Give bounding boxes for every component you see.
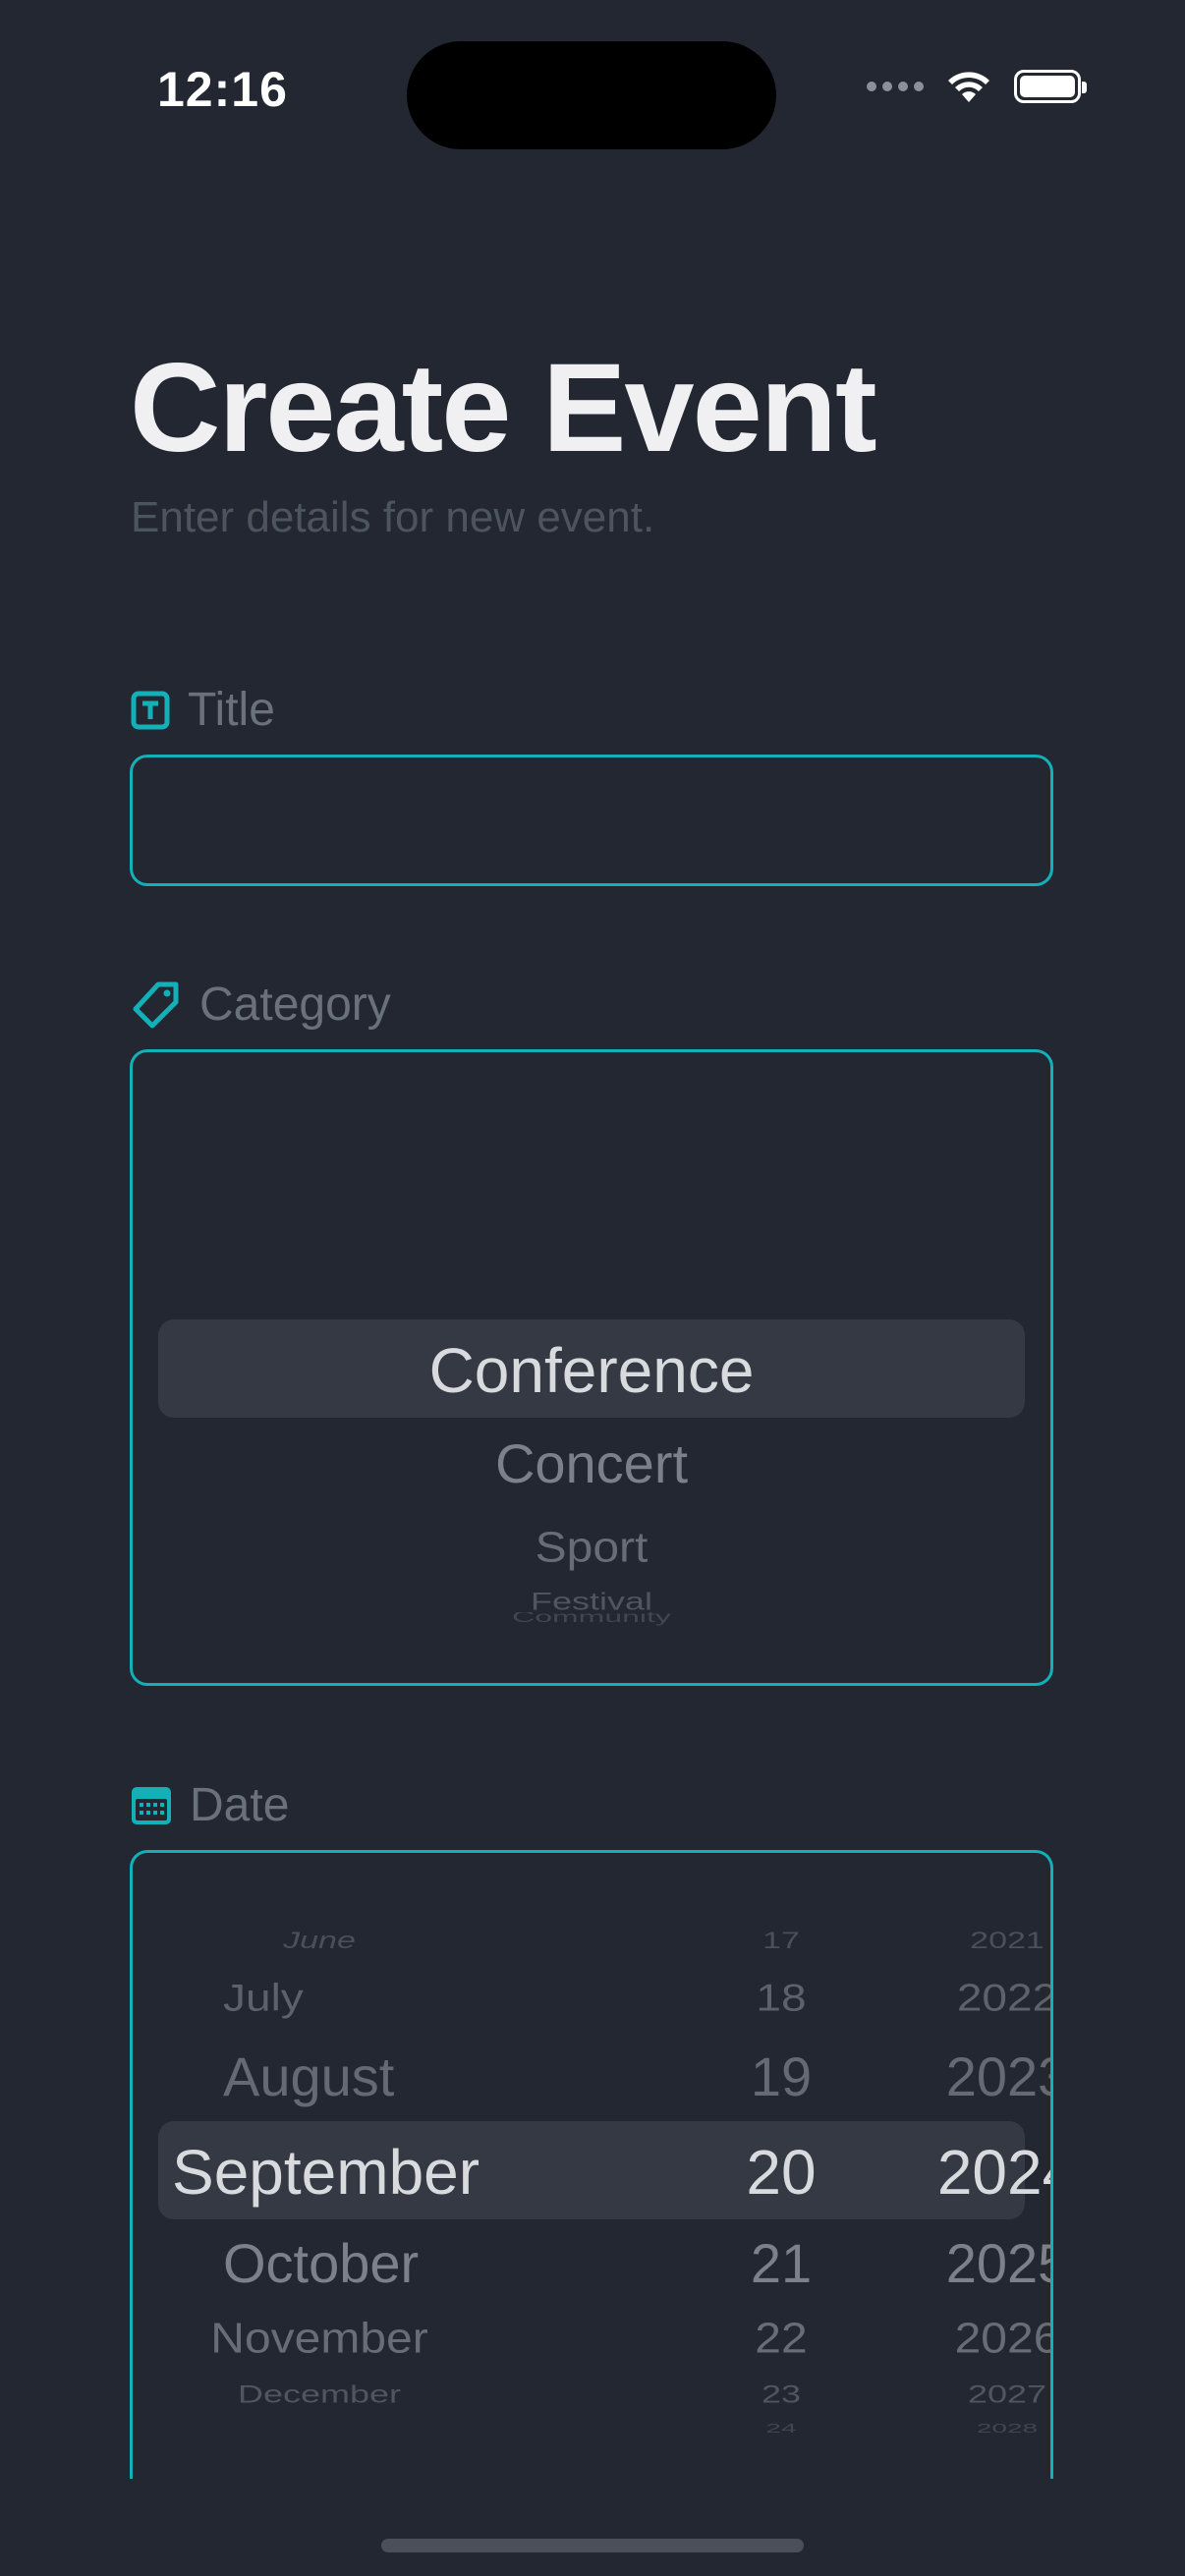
month-option[interactable]: June: [172, 1928, 467, 1954]
month-option[interactable]: December: [172, 2380, 467, 2408]
page-subtitle: Enter details for new event.: [131, 493, 655, 541]
date-picker[interactable]: June July August September October Novem…: [130, 1850, 1053, 2479]
day-option-selected[interactable]: 20: [683, 2136, 879, 2209]
date-label-row: Date: [131, 1778, 289, 1832]
month-option-selected[interactable]: September: [172, 2136, 480, 2209]
tag-icon: [133, 981, 179, 1028]
title-icon: [131, 691, 170, 729]
day-option[interactable]: 18: [683, 1975, 879, 2020]
title-input[interactable]: [133, 757, 1050, 883]
status-time: 12:16: [157, 62, 288, 117]
month-option[interactable]: November: [172, 2315, 467, 2364]
day-wheel[interactable]: 17 18 19 20 21 22 23 24: [683, 1853, 879, 2479]
year-option[interactable]: 2023: [879, 2044, 1050, 2108]
month-option[interactable]: August: [172, 2044, 467, 2108]
cellular-signal-icon: [867, 82, 924, 91]
category-option-sport[interactable]: Sport: [133, 1524, 1050, 1573]
year-option[interactable]: 2026: [879, 2315, 1050, 2364]
month-option[interactable]: October: [172, 2231, 467, 2295]
title-label: Title: [188, 684, 275, 736]
month-wheel[interactable]: June July August September October Novem…: [172, 1853, 480, 2479]
day-option[interactable]: 22: [683, 2315, 879, 2364]
category-option-community[interactable]: Community: [133, 1612, 1050, 1626]
category-label-row: Category: [131, 978, 391, 1032]
home-indicator[interactable]: [381, 2539, 804, 2552]
category-option-conference[interactable]: Conference: [133, 1334, 1050, 1407]
battery-icon: [1014, 70, 1087, 103]
day-option[interactable]: 21: [683, 2231, 879, 2295]
year-option[interactable]: 2025: [879, 2231, 1050, 2295]
category-label: Category: [199, 979, 391, 1031]
date-label: Date: [190, 1779, 290, 1831]
year-option[interactable]: 2022: [879, 1975, 1050, 2020]
year-option-selected[interactable]: 2024: [879, 2136, 1050, 2209]
wifi-icon: [948, 72, 989, 102]
month-option[interactable]: July: [172, 1975, 467, 2020]
year-option[interactable]: 2027: [879, 2380, 1050, 2408]
day-option[interactable]: 19: [683, 2044, 879, 2108]
category-picker[interactable]: Conference Concert Sport Festival Commun…: [130, 1049, 1053, 1686]
page-title: Create Event: [130, 338, 877, 478]
year-option[interactable]: 2021: [879, 1928, 1050, 1954]
title-field[interactable]: [130, 755, 1053, 886]
status-icons: [867, 69, 1087, 104]
dynamic-island: [407, 41, 776, 149]
day-option[interactable]: 24: [683, 2422, 879, 2436]
category-option-concert[interactable]: Concert: [133, 1431, 1050, 1495]
title-label-row: Title: [131, 683, 275, 737]
calendar-icon: [132, 1786, 171, 1824]
day-option[interactable]: 23: [683, 2380, 879, 2408]
year-wheel[interactable]: 2021 2022 2023 2024 2025 2026 2027 2028: [879, 1853, 1050, 2479]
year-option[interactable]: 2028: [879, 2422, 1050, 2436]
day-option[interactable]: 17: [683, 1928, 879, 1954]
